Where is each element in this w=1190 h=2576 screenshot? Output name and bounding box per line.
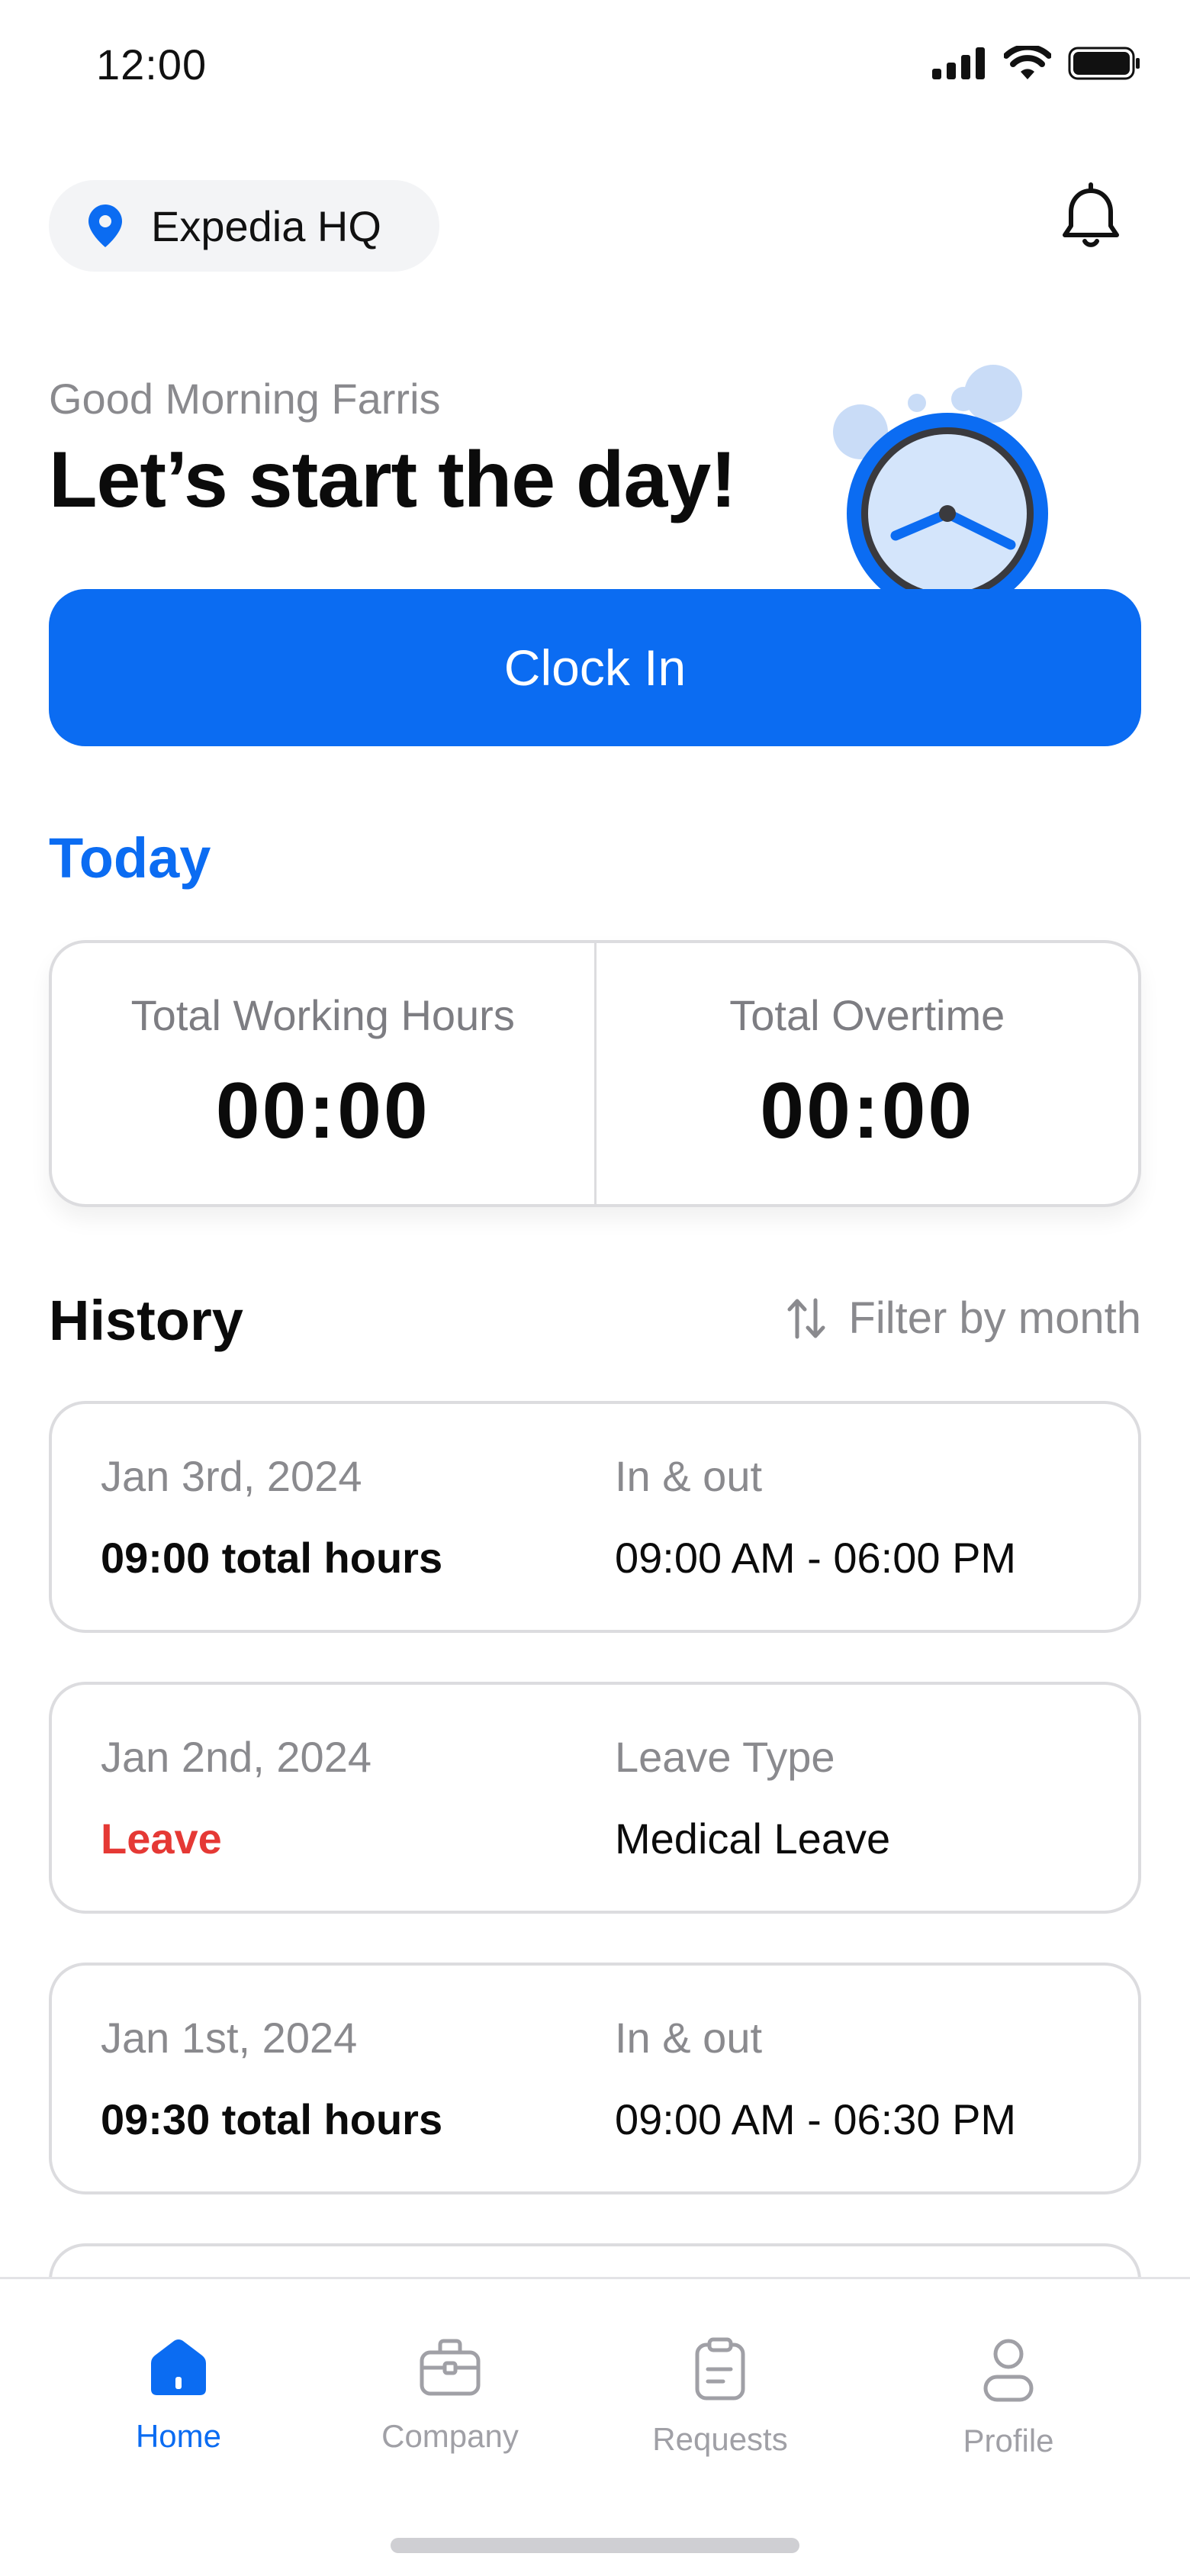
location-label: Expedia HQ <box>151 201 381 250</box>
stat-value: 00:00 <box>215 1067 430 1155</box>
home-indicator <box>391 2538 799 2553</box>
nav-profile[interactable]: Profile <box>894 2337 1123 2459</box>
history-leave-type-value: Medical Leave <box>615 1814 891 1863</box>
location-selector[interactable]: Expedia HQ <box>49 180 439 272</box>
cellular-signal-icon <box>932 47 985 79</box>
history-date: Jan 1st, 2024 <box>101 2014 358 2062</box>
history-date: Jan 2nd, 2024 <box>101 1733 371 1781</box>
nav-label: Home <box>135 2418 222 2454</box>
history-in-out-time: 09:00 AM - 06:30 PM <box>615 2095 1017 2143</box>
nav-label: Company <box>381 2418 519 2454</box>
filter-by-month-button[interactable]: Filter by month <box>787 1293 1141 1344</box>
history-leave-status: Leave <box>101 1814 222 1863</box>
nav-company[interactable]: Company <box>336 2337 564 2455</box>
clock-in-button[interactable]: Clock In <box>49 589 1141 746</box>
history-date: Jan 3rd, 2024 <box>101 1452 362 1500</box>
clipboard-icon <box>695 2337 745 2401</box>
history-item[interactable]: Jan 3rd, 2024 09:00 total hours In & out… <box>49 1401 1141 1633</box>
notification-bell-icon[interactable] <box>1053 180 1129 256</box>
nav-label: Profile <box>963 2423 1054 2458</box>
stat-value: 00:00 <box>760 1067 975 1155</box>
greeting-subtitle: Good Morning Farris <box>49 375 441 423</box>
user-icon <box>983 2339 1034 2402</box>
home-icon <box>151 2339 206 2395</box>
status-time: 12:00 <box>96 40 207 89</box>
history-total-hours: 09:00 total hours <box>101 1534 443 1582</box>
history-in-out-label: In & out <box>615 2014 763 2062</box>
nav-home[interactable]: Home <box>64 2337 293 2455</box>
history-item[interactable]: Jan 1st, 2024 09:30 total hours In & out… <box>49 1963 1141 2194</box>
battery-icon <box>1068 47 1140 80</box>
alarm-clock-icon <box>833 365 1048 603</box>
bottom-navigation: Home Company Requests Profile <box>0 2277 1190 2576</box>
location-pin-icon <box>88 204 122 247</box>
today-heading: Today <box>49 826 211 890</box>
today-stats-card: Total Working Hours 00:00 Total Overtime… <box>49 940 1141 1207</box>
total-overtime-stat: Total Overtime 00:00 <box>593 943 1139 1204</box>
history-in-out-label: In & out <box>615 1452 763 1500</box>
briefcase-icon <box>420 2339 481 2396</box>
nav-requests[interactable]: Requests <box>606 2337 835 2458</box>
stat-label: Total Overtime <box>729 991 1005 1039</box>
history-total-hours: 09:30 total hours <box>101 2095 443 2143</box>
total-working-hours-stat: Total Working Hours 00:00 <box>52 943 594 1204</box>
status-icons <box>932 46 1141 81</box>
sort-icon <box>787 1298 825 1338</box>
history-item[interactable]: Jan 2nd, 2024 Leave Leave Type Medical L… <box>49 1682 1141 1914</box>
filter-label: Filter by month <box>848 1293 1141 1343</box>
greeting-title: Let’s start the day! <box>49 436 737 524</box>
wifi-icon <box>1004 46 1051 79</box>
history-in-out-time: 09:00 AM - 06:00 PM <box>615 1534 1017 1582</box>
stat-label: Total Working Hours <box>130 991 515 1039</box>
history-leave-type-label: Leave Type <box>615 1733 835 1781</box>
status-bar: 12:00 <box>0 0 1190 130</box>
nav-label: Requests <box>652 2421 788 2457</box>
history-heading: History <box>49 1289 243 1352</box>
